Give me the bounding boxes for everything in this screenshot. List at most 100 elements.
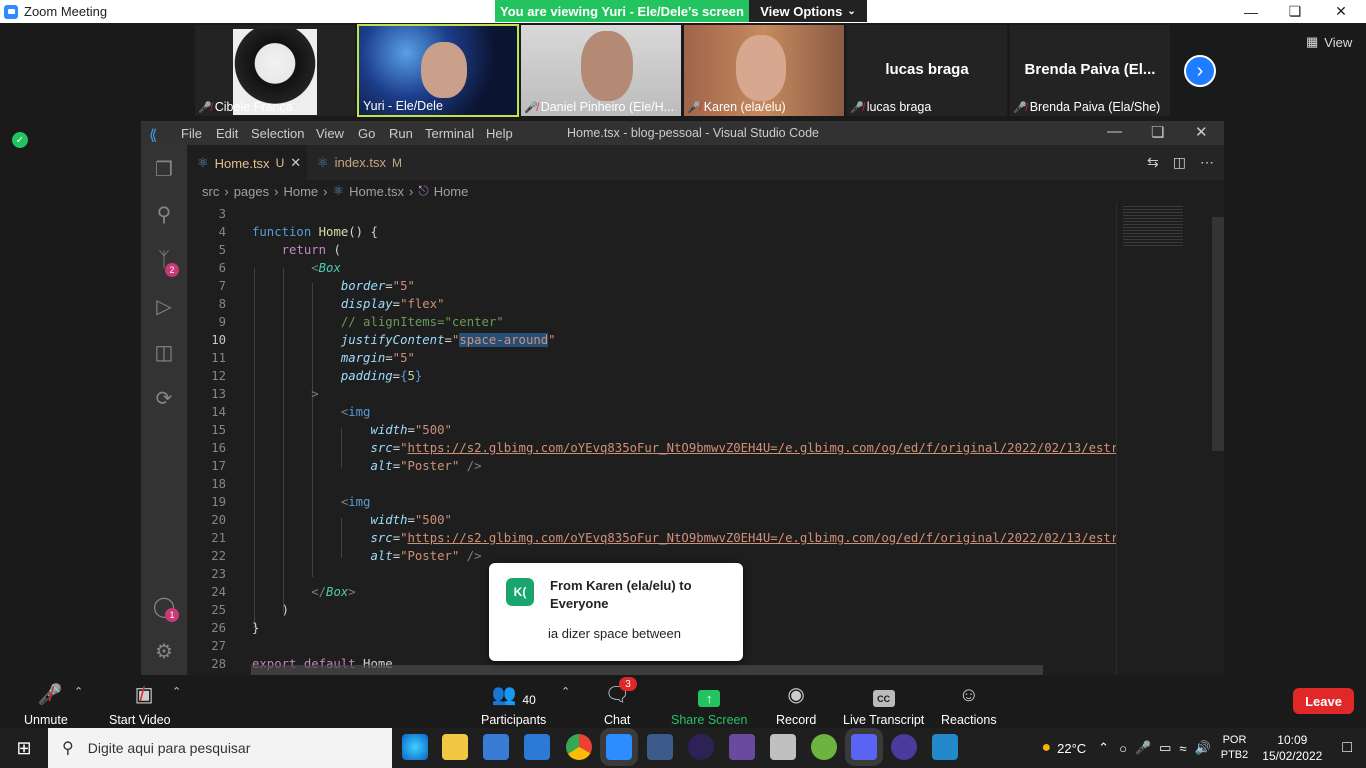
store-icon[interactable]: [483, 734, 509, 760]
chevron-right-icon: ›: [323, 183, 328, 199]
line-number: 23: [211, 567, 226, 581]
line-number: 26: [211, 621, 226, 635]
view-button[interactable]: ▦ View: [1306, 34, 1352, 50]
participants-button[interactable]: 👥 40 Participants: [481, 683, 546, 727]
code-token: "5": [392, 279, 415, 293]
eclipse-icon[interactable]: [688, 734, 714, 760]
vscode-app-icon[interactable]: [932, 734, 958, 760]
mail-icon[interactable]: [524, 734, 550, 760]
reactions-button[interactable]: ☺ Reactions: [941, 683, 997, 727]
tab-label: Home.tsx: [214, 155, 270, 171]
breadcrumb-item[interactable]: Home.tsx: [349, 184, 404, 199]
code-token: img: [348, 495, 371, 509]
start-video-button[interactable]: ▣ / Start Video: [109, 683, 171, 727]
notifications-icon[interactable]: □: [1342, 739, 1352, 757]
discord-icon[interactable]: [851, 734, 877, 760]
tab-index-tsx[interactable]: ⚛ index.tsx M: [307, 145, 425, 180]
edge-icon[interactable]: [402, 734, 428, 760]
chat-notification[interactable]: K( From Karen (ela/elu) to Everyone ia d…: [489, 563, 743, 661]
mysql-icon[interactable]: [647, 734, 673, 760]
windows-start-icon[interactable]: ⊞: [0, 728, 48, 768]
clock[interactable]: 10:09 15/02/2022: [1262, 732, 1322, 764]
unmute-button[interactable]: 🎤 / Unmute: [24, 683, 68, 727]
taskbar-search[interactable]: ⚲ Digite aqui para pesquisar: [48, 728, 392, 768]
menu-selection[interactable]: Selection: [251, 126, 304, 141]
app-icon[interactable]: [891, 734, 917, 760]
language-indicator[interactable]: POR PTB2: [1221, 733, 1249, 763]
code-token: display: [340, 297, 393, 311]
participant-tile-active[interactable]: Yuri - Ele/Dele: [357, 24, 519, 117]
more-actions-icon[interactable]: ⋯: [1200, 154, 1214, 171]
spring-icon[interactable]: [811, 734, 837, 760]
split-editor-icon[interactable]: ◫: [1173, 154, 1186, 171]
mic-icon[interactable]: 🎤: [1135, 740, 1151, 756]
leave-button[interactable]: Leave: [1293, 688, 1354, 714]
code-selection: space-around: [459, 333, 549, 347]
tab-label: index.tsx: [334, 155, 386, 170]
participant-tile[interactable]: 🎤̸ Karen (ela/elu): [684, 25, 844, 116]
meeting-toolbar: 🎤 / Unmute ⌃ ▣ / Start Video ⌃ 👥 40 Partici…: [0, 675, 1366, 728]
close-tab-icon[interactable]: ✕: [290, 155, 301, 171]
network-icon[interactable]: ○: [1119, 741, 1127, 756]
weather-temp[interactable]: 22°C: [1057, 741, 1086, 756]
breadcrumb-item[interactable]: src: [202, 184, 219, 199]
restore-icon[interactable]: ❏: [1151, 123, 1164, 141]
participant-name: Brenda Paiva (Ela/She): [1029, 100, 1161, 114]
breadcrumb-item[interactable]: Home: [434, 184, 469, 199]
close-icon[interactable]: ✕: [1318, 0, 1364, 23]
code-token: width: [370, 423, 408, 437]
participant-tile[interactable]: Brenda Paiva (El... 🎤̸ Brenda Paiva (Ela/…: [1010, 25, 1170, 116]
gallery-next-icon[interactable]: ›: [1184, 55, 1216, 87]
windows-taskbar: ⊞ ⚲ Digite aqui para pesquisar ● 22°C ⌃ …: [0, 728, 1366, 768]
battery-icon[interactable]: ▭: [1159, 740, 1171, 756]
breadcrumb-item[interactable]: pages: [234, 184, 269, 199]
menu-file[interactable]: File: [181, 126, 202, 141]
share-screen-button[interactable]: ↑ Share Screen: [671, 683, 747, 727]
record-button[interactable]: ◉ Record: [776, 683, 816, 727]
chrome-icon[interactable]: [566, 734, 592, 760]
participant-tile[interactable]: lucas braga 🎤̸ lucas braga: [847, 25, 1007, 116]
participant-tile[interactable]: 🎤̸ Daniel Pinheiro (Ele/H...: [521, 25, 681, 116]
code-line: <img: [340, 495, 371, 509]
close-icon[interactable]: ✕: [1195, 123, 1208, 141]
menu-run[interactable]: Run: [389, 126, 413, 141]
chevron-up-icon[interactable]: ⌃: [74, 685, 83, 698]
chevron-up-icon[interactable]: ⌃: [561, 685, 570, 698]
breadcrumb-item[interactable]: Home: [283, 184, 318, 199]
extensions-icon[interactable]: ◫: [153, 341, 175, 364]
search-icon[interactable]: ⚲: [153, 203, 175, 226]
volume-icon[interactable]: 🔊: [1195, 740, 1211, 756]
menu-go[interactable]: Go: [358, 126, 375, 141]
participant-tile[interactable]: 🎤̸ Cibele França: [195, 25, 355, 116]
menu-view[interactable]: View: [316, 126, 344, 141]
minimize-icon[interactable]: —: [1228, 0, 1274, 23]
git-graph-icon[interactable]: ⟳: [153, 387, 175, 410]
menu-edit[interactable]: Edit: [216, 126, 238, 141]
chevron-up-icon[interactable]: ⌃: [1098, 740, 1109, 756]
git-icon[interactable]: [729, 734, 755, 760]
code-line: }: [252, 621, 259, 635]
code-url[interactable]: https://s2.glbimg.com/oYEvq835oFur_NtO9b…: [408, 531, 1126, 545]
menu-help[interactable]: Help: [486, 126, 513, 141]
live-transcript-button[interactable]: CC Live Transcript: [843, 683, 924, 727]
restore-icon[interactable]: ❏: [1272, 0, 1318, 23]
security-shield-icon[interactable]: ✓: [12, 132, 28, 148]
chevron-up-icon[interactable]: ⌃: [172, 685, 181, 698]
tab-home-tsx[interactable]: ⚛ Home.tsx U ✕: [187, 145, 307, 180]
wifi-icon[interactable]: ≈: [1179, 741, 1186, 756]
paint-icon[interactable]: [770, 734, 796, 760]
vertical-scrollbar[interactable]: [1212, 217, 1224, 451]
run-debug-icon[interactable]: ▷: [153, 295, 175, 318]
minimap[interactable]: [1116, 202, 1212, 675]
code-url[interactable]: https://s2.glbimg.com/oYEvq835oFur_NtO9b…: [408, 441, 1126, 455]
horizontal-scrollbar[interactable]: [251, 665, 1043, 675]
settings-gear-icon[interactable]: ⚙: [153, 640, 175, 663]
view-options-button[interactable]: View Options ⌄: [749, 0, 867, 22]
zoom-app-icon[interactable]: [606, 734, 632, 760]
source-control-badge: 2: [165, 263, 179, 277]
menu-terminal[interactable]: Terminal: [425, 126, 474, 141]
minimize-icon[interactable]: —: [1107, 123, 1122, 140]
file-explorer-icon[interactable]: [442, 734, 468, 760]
explorer-icon[interactable]: ❐: [153, 158, 175, 181]
open-changes-icon[interactable]: ⇆: [1147, 154, 1159, 171]
